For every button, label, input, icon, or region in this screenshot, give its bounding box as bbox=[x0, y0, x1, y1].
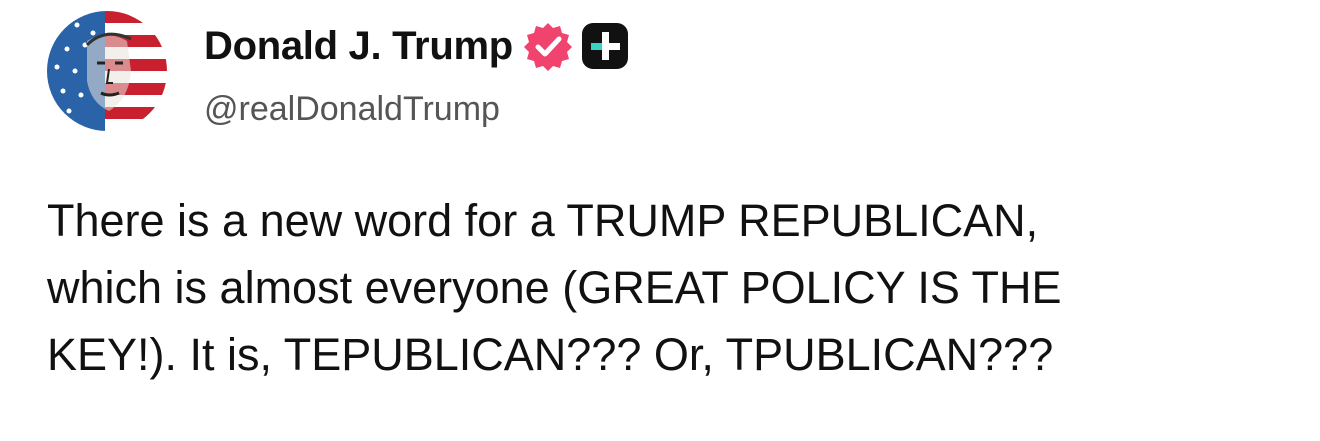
author-handle[interactable]: @realDonaldTrump bbox=[204, 90, 629, 129]
post-text-line: KEY!). It is, TEPUBLICAN??? Or, TPUBLICA… bbox=[47, 329, 1054, 380]
verified-badge-icon bbox=[523, 21, 573, 71]
author-name-row: Donald J. Trump bbox=[204, 20, 629, 72]
post-text: There is a new word for a TRUMP REPUBLIC… bbox=[47, 187, 1297, 388]
flag-portrait-avatar-icon bbox=[47, 11, 167, 131]
avatar[interactable] bbox=[47, 11, 167, 131]
post-text-line: which is almost everyone (GREAT POLICY I… bbox=[47, 262, 1062, 313]
post-header: Donald J. Trump @realDonaldTrump bbox=[204, 20, 629, 129]
truth-post: Donald J. Trump @realDonaldTrump There i… bbox=[0, 0, 1320, 441]
author-display-name[interactable]: Donald J. Trump bbox=[204, 24, 513, 69]
post-text-line: There is a new word for a TRUMP REPUBLIC… bbox=[47, 195, 1039, 246]
plus-badge-icon bbox=[581, 22, 629, 70]
